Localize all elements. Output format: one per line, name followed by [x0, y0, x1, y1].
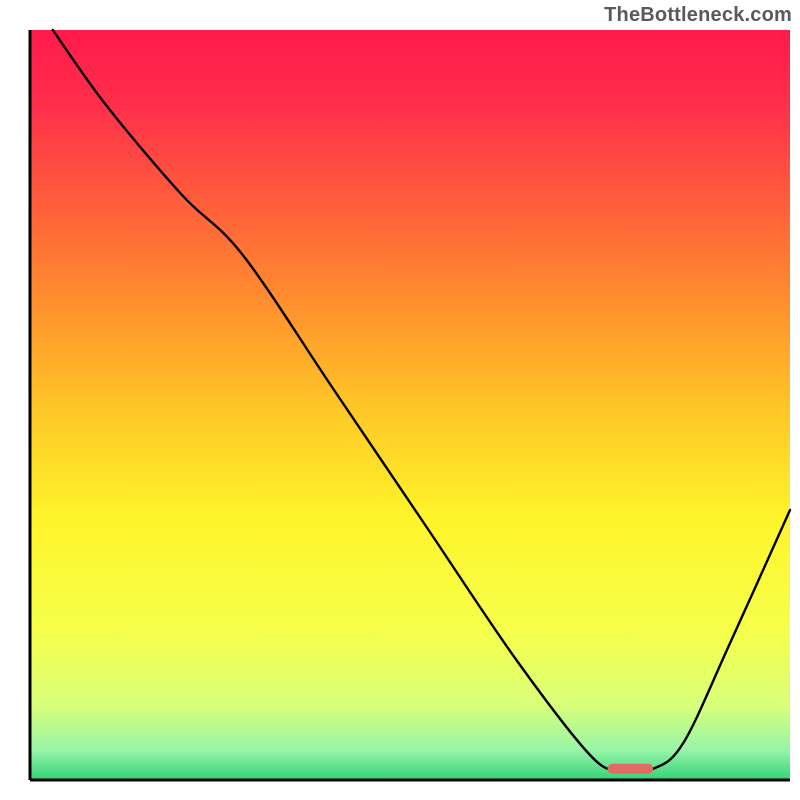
chart-container: TheBottleneck.com: [0, 0, 800, 800]
chart-background-gradient: [30, 30, 790, 780]
bottleneck-chart: [0, 0, 800, 800]
optimal-range-marker: [608, 764, 654, 774]
watermark-text: TheBottleneck.com: [604, 4, 792, 27]
